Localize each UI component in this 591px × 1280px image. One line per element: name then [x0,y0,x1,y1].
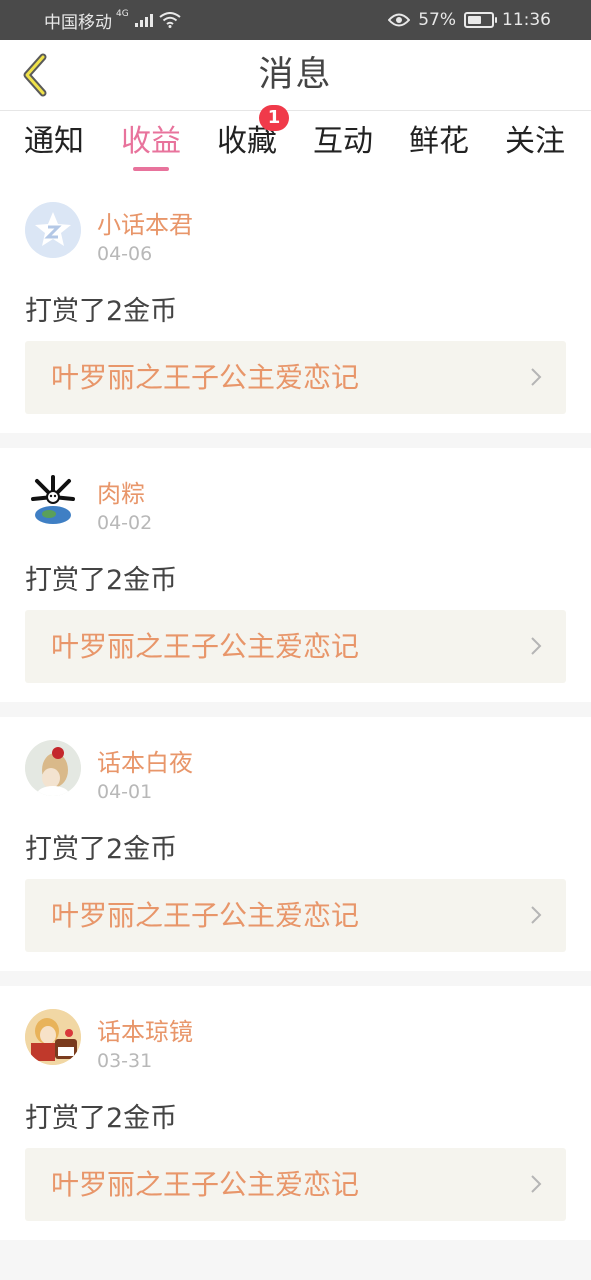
book-link[interactable]: 叶罗丽之王子公主爱恋记 [25,610,566,683]
tab-flowers[interactable]: 鲜花 [391,111,487,179]
message-date: 04-02 [97,512,153,534]
message-card: 话本白夜 04-01 打赏了2金币 叶罗丽之王子公主爱恋记 [0,717,591,971]
tab-label: 收益 [121,124,181,159]
carrier-label: 中国移动 [44,12,112,33]
user-name[interactable]: 话本白夜 [97,743,193,778]
message-date: 04-06 [97,243,153,265]
message-card: 肉粽 04-02 打赏了2金币 叶罗丽之王子公主爱恋记 [0,448,591,702]
tab-notice[interactable]: 通知 [6,111,102,179]
nav-bar: 消息 [0,40,591,111]
book-link[interactable]: 叶罗丽之王子公主爱恋记 [25,1148,566,1221]
user-name[interactable]: 话本琼镜 [97,1012,193,1047]
active-tab-indicator [133,167,169,171]
tab-interaction[interactable]: 互动 [295,111,391,179]
book-link[interactable]: 叶罗丽之王子公主爱恋记 [25,879,566,952]
unread-badge: 1 [259,105,289,131]
star-logo-icon [25,202,81,258]
book-title: 叶罗丽之王子公主爱恋记 [51,630,360,663]
book-title: 叶罗丽之王子公主爱恋记 [51,361,360,394]
tab-label: 通知 [24,124,84,159]
book-title: 叶罗丽之王子公主爱恋记 [51,1168,360,1201]
chevron-right-icon [531,637,542,655]
message-date: 03-31 [97,1050,153,1072]
message-text: 打赏了2金币 [25,296,178,327]
chevron-right-icon [531,906,542,924]
battery-fill [468,16,481,24]
tab-favorites[interactable]: 收藏 1 [199,105,295,179]
eye-comfort-icon [388,13,411,27]
message-list: 小话本君 04-06 打赏了2金币 叶罗丽之王子公主爱恋记 肉粽 04-02 打… [0,179,591,1255]
clock: 11:36 [502,10,551,30]
status-bar: 中国移动 4G 57% 11:36 [0,0,591,40]
message-text: 打赏了2金币 [25,1103,178,1134]
anime-portrait-icon [25,1009,81,1065]
girl-portrait-icon [25,740,81,796]
page-title: 消息 [258,55,333,95]
message-date: 04-01 [97,781,153,803]
tab-label: 互动 [313,124,373,159]
avatar[interactable] [25,471,81,527]
globe-bones-icon [31,475,75,524]
book-title: 叶罗丽之王子公主爱恋记 [51,899,360,932]
tab-bar: 通知 收益 收藏 1 互动 鲜花 关注 [0,105,591,179]
book-link[interactable]: 叶罗丽之王子公主爱恋记 [25,341,566,414]
battery-percent: 57% [418,10,456,30]
message-card: 话本琼镜 03-31 打赏了2金币 叶罗丽之王子公主爱恋记 [0,986,591,1240]
battery-icon [464,12,497,28]
user-name[interactable]: 肉粽 [97,474,145,509]
tab-label: 鲜花 [409,124,469,159]
signal-icon [134,13,153,27]
message-text: 打赏了2金币 [25,834,178,865]
tab-label: 关注 [505,124,565,159]
chevron-right-icon [531,1175,542,1193]
user-name[interactable]: 小话本君 [97,205,193,240]
avatar[interactable] [25,740,81,796]
network-type: 4G [116,9,129,19]
avatar[interactable] [25,1009,81,1065]
status-left: 中国移动 4G [44,0,181,40]
status-right: 57% 11:36 [388,0,551,40]
avatar[interactable] [25,202,81,258]
tab-earnings[interactable]: 收益 [103,111,199,179]
tab-follow[interactable]: 关注 [487,111,583,179]
wifi-icon [159,12,181,28]
message-card: 小话本君 04-06 打赏了2金币 叶罗丽之王子公主爱恋记 [0,179,591,433]
chevron-right-icon [531,368,542,386]
message-text: 打赏了2金币 [25,565,178,596]
